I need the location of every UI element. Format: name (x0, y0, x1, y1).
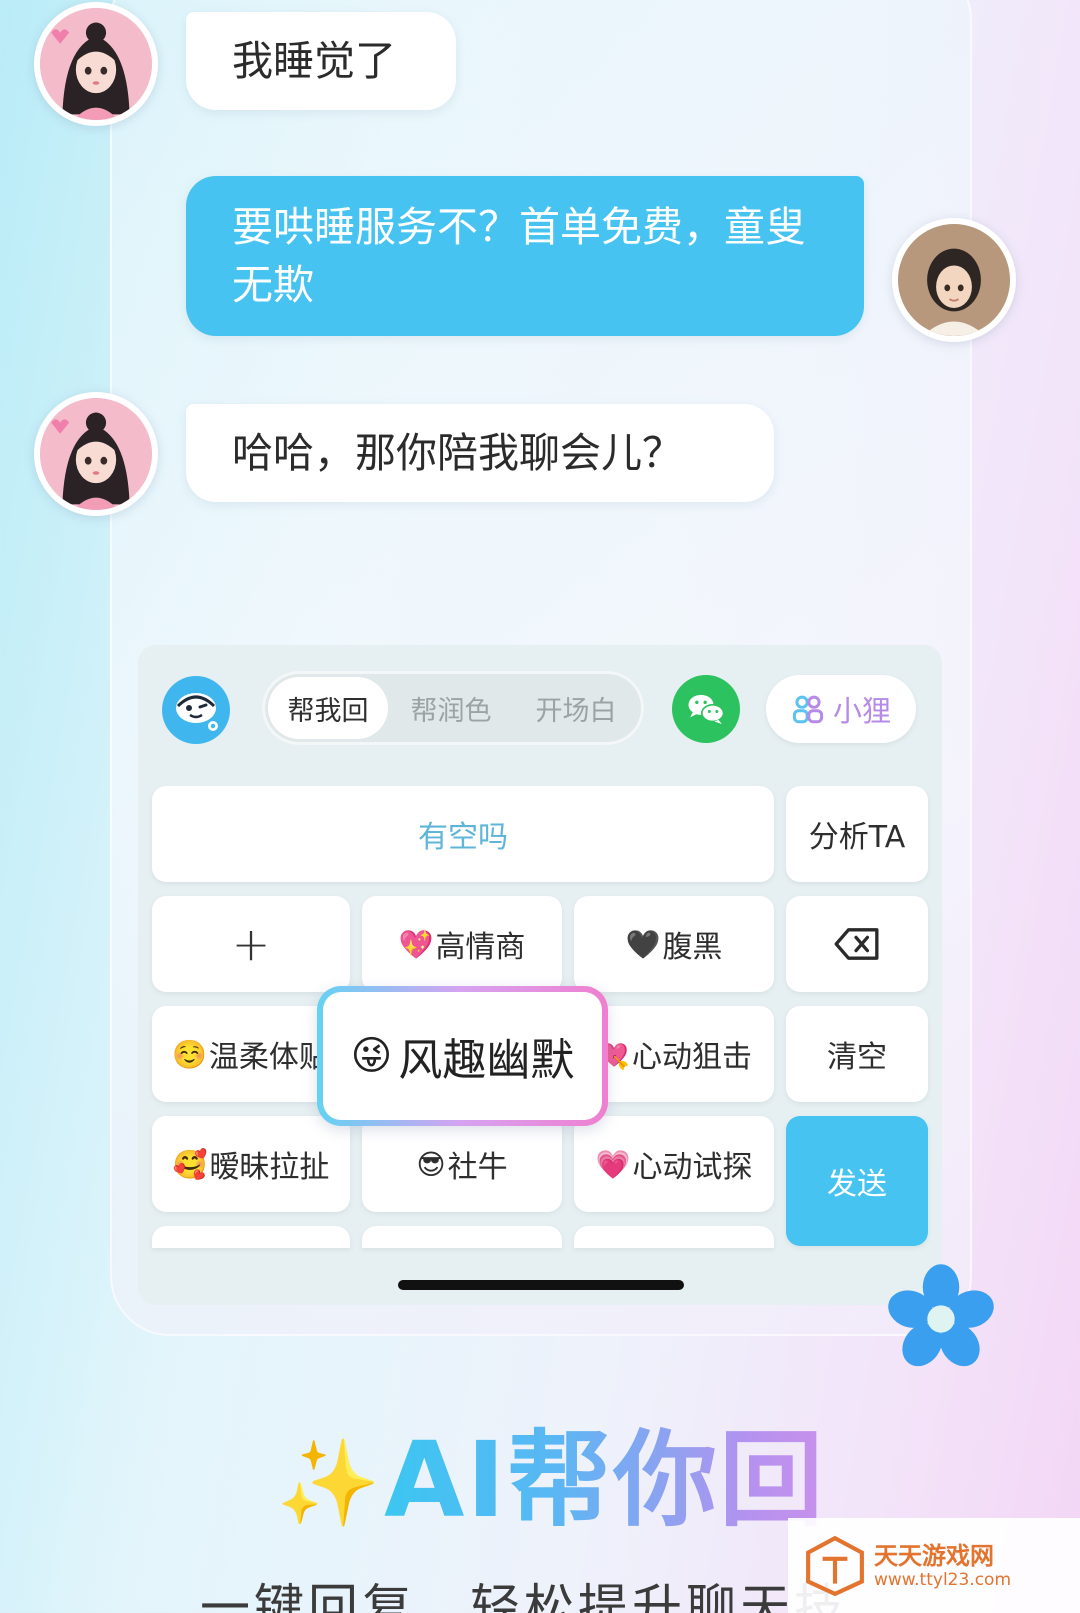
tone-label: 心动试探 (632, 1150, 753, 1185)
smiling-face-icon: ☺️ (172, 1037, 207, 1071)
backspace-icon (834, 928, 879, 960)
tone-key-probe[interactable]: 💗 心动试探 (574, 1116, 774, 1212)
popup-tone-label: 风趣幽默 (398, 1035, 575, 1086)
analyze-ta-button[interactable]: 分析TA (786, 786, 928, 882)
tone-key-popup-humor[interactable]: 😜 风趣幽默 (317, 986, 608, 1126)
tone-key-high-eq[interactable]: 💖 高情商 (362, 896, 562, 992)
tone-key-partial[interactable] (362, 1226, 562, 1248)
site-watermark: 天天游戏网 www.ttyl23.com (788, 1518, 1080, 1613)
growing-heart-icon: 💗 (595, 1147, 631, 1181)
reply-mode-tabs: 帮我回 帮润色 开场白 (262, 671, 644, 745)
incoming-message-bubble: 我睡觉了 (186, 12, 456, 110)
tone-label: 高情商 (435, 930, 526, 965)
tone-label: 社牛 (447, 1150, 508, 1185)
home-indicator (398, 1280, 684, 1290)
incoming-message-bubble: 哈哈，那你陪我聊会儿？ (186, 404, 774, 502)
boy-avatar[interactable] (892, 218, 1016, 342)
message-text: 要哄睡服务不？首单免费，童叟无欺 (232, 203, 806, 309)
winking-tongue-face-icon: 😜 (350, 1033, 393, 1079)
backspace-button[interactable] (786, 896, 928, 992)
girl-portrait-icon (40, 8, 152, 120)
tone-key-flirt[interactable]: 🥰 暧昧拉扯 (152, 1116, 350, 1212)
send-label: 发送 (827, 1167, 887, 1202)
sunglasses-face-icon: 😎 (416, 1147, 446, 1181)
smiling-hearts-face-icon: 🥰 (172, 1147, 208, 1181)
wechat-bubbles-icon (688, 694, 725, 724)
sparkle-icon: ✨ (276, 1434, 381, 1532)
message-text: 我睡觉了 (232, 37, 396, 85)
contact-selector-button[interactable]: 小狸 (766, 675, 916, 743)
clear-button[interactable]: 清空 (786, 1006, 928, 1102)
watermark-title: 天天游戏网 (874, 1542, 994, 1570)
tone-label: 腹黑 (662, 930, 723, 965)
add-tone-button[interactable]: + (152, 896, 350, 992)
clear-label: 清空 (827, 1040, 887, 1075)
send-button[interactable]: 发送 (786, 1116, 928, 1246)
sparkling-heart-icon: 💖 (398, 927, 434, 961)
plus-icon: + (231, 917, 271, 971)
wechat-icon[interactable] (672, 675, 740, 743)
girl-avatar[interactable] (34, 2, 158, 126)
tab-polish[interactable]: 帮润色 (390, 677, 512, 739)
promo-subtitle: 一键回复，轻松提升聊天技 (200, 1579, 840, 1613)
tone-label: 心动狙击 (632, 1040, 752, 1075)
boy-portrait-icon (898, 224, 1010, 336)
tone-label: 温柔体贴 (208, 1040, 329, 1075)
flower-icon (888, 1264, 994, 1367)
outgoing-message-bubble: 要哄睡服务不？首单免费，童叟无欺 (186, 176, 864, 336)
analyze-ta-label: 分析TA (808, 820, 906, 855)
suggested-reply-chip[interactable]: 有空吗 (152, 786, 774, 882)
tone-key-partial[interactable] (152, 1226, 350, 1248)
contact-name: 小狸 (832, 694, 891, 728)
people-icon (792, 695, 824, 724)
tone-label: 暧昧拉扯 (209, 1150, 330, 1185)
tone-key-partial[interactable] (574, 1226, 774, 1248)
girl-portrait-icon (40, 398, 152, 510)
tab-help-reply[interactable]: 帮我回 (268, 677, 388, 739)
black-heart-icon: 🖤 (625, 927, 661, 961)
tone-key-sly[interactable]: 🖤 腹黑 (574, 896, 774, 992)
watermark-url: www.ttyl23.com (874, 1570, 1012, 1590)
mascot-face-icon (176, 693, 218, 731)
tab-opener[interactable]: 开场白 (514, 677, 638, 739)
tone-key-social[interactable]: 😎 社牛 (362, 1116, 562, 1212)
mascot-logo-icon[interactable] (162, 676, 230, 744)
watermark-logo-icon (806, 1535, 864, 1596)
suggested-reply-text: 有空吗 (418, 820, 508, 855)
message-text: 哈哈，那你陪我聊会儿？ (232, 429, 683, 477)
girl-avatar[interactable] (34, 392, 158, 516)
